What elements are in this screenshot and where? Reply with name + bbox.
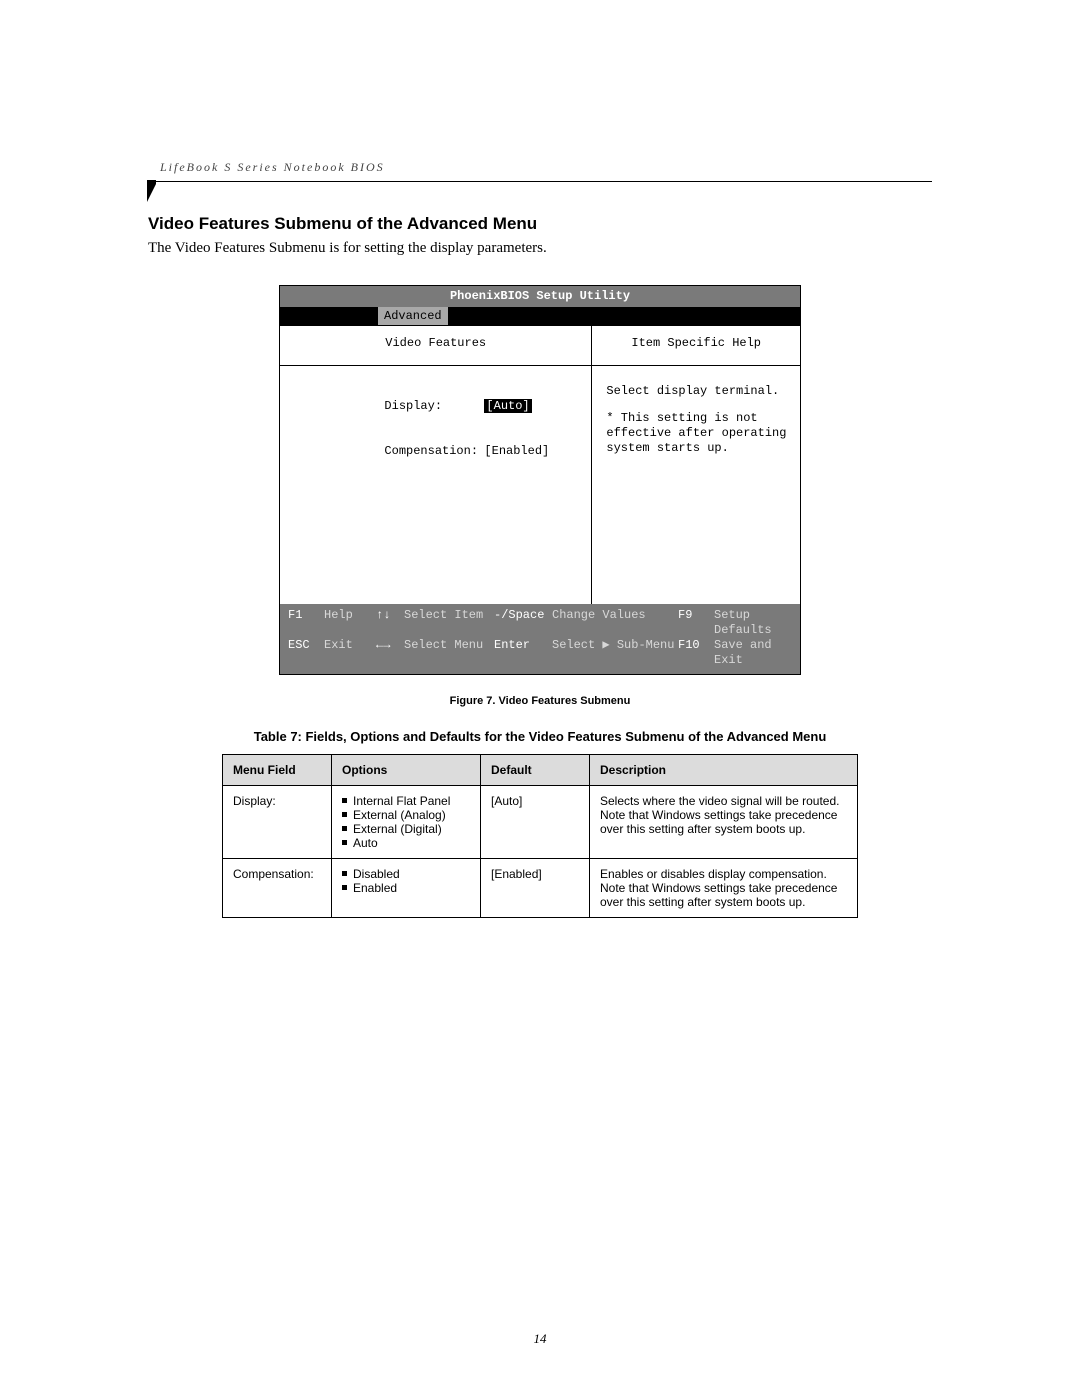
table-header: Description [590,755,858,786]
table-cell-default: [Enabled] [481,859,590,918]
list-item: External (Analog) [342,808,470,822]
page-number: 14 [0,1331,1080,1347]
list-item: External (Digital) [342,822,470,836]
bios-key: Enter [494,638,552,668]
table-cell-menu-field: Compensation: [223,859,332,918]
list-item: Auto [342,836,470,850]
bios-settings-area: Display:[Auto] Compensation:[Enabled] [280,366,591,604]
bios-help-line: * This setting is not effective after op… [606,411,788,456]
bios-footer-row: ESC Exit ←→ Select Menu Enter Select ▶ S… [288,638,792,668]
bios-action: Help [324,608,376,638]
bios-left-header: Video Features [280,326,591,366]
section-heading: Video Features Submenu of the Advanced M… [148,214,932,234]
list-item: Enabled [342,881,470,895]
list-item: Internal Flat Panel [342,794,470,808]
document-page: LifeBook S Series Notebook BIOS Video Fe… [0,0,1080,1397]
table-cell-description: Selects where the video signal will be r… [590,786,858,859]
table-header: Options [332,755,481,786]
bios-action: Save and Exit [714,638,792,668]
bios-field-display: Display:[Auto] [298,384,581,429]
bios-key: ESC [288,638,324,668]
bios-help-line: Select display terminal. [606,384,788,399]
bios-field-value-selected: [Auto] [484,399,531,413]
table-cell-description: Enables or disables display compensation… [590,859,858,918]
bios-key: ↑↓ [376,608,404,638]
running-header: LifeBook S Series Notebook BIOS [148,160,932,182]
bios-action: Select Item [404,608,494,638]
table-row: Compensation:DisabledEnabled[Enabled]Ena… [223,859,858,918]
table-cell-menu-field: Display: [223,786,332,859]
bios-field-label: Compensation: [384,444,484,459]
bios-key: -/Space [494,608,552,638]
bios-help-area: Select display terminal. * This setting … [592,366,800,604]
bios-field-label: Display: [384,399,484,414]
figure-caption: Figure 7. Video Features Submenu [148,695,932,707]
table-cell-options: DisabledEnabled [332,859,481,918]
bios-action: Select ▶ Sub-Menu [552,638,678,668]
bios-footer: F1 Help ↑↓ Select Item -/Space Change Va… [280,604,800,674]
table-header: Menu Field [223,755,332,786]
bios-key: F1 [288,608,324,638]
bios-field-value: [Enabled] [484,444,549,458]
bios-key: F10 [678,638,714,668]
table-header: Default [481,755,590,786]
bios-menu-tab-advanced: Advanced [378,307,448,325]
intro-paragraph: The Video Features Submenu is for settin… [148,240,932,257]
bios-titlebar: PhoenixBIOS Setup Utility [280,286,800,307]
list-item: Disabled [342,867,470,881]
bios-footer-row: F1 Help ↑↓ Select Item -/Space Change Va… [288,608,792,638]
crop-mark-icon [147,184,156,202]
options-list: DisabledEnabled [342,867,470,895]
bios-field-compensation: Compensation:[Enabled] [298,429,581,474]
options-table: Menu Field Options Default Description D… [222,754,858,918]
bios-key: F9 [678,608,714,638]
table-cell-options: Internal Flat PanelExternal (Analog)Exte… [332,786,481,859]
bios-menubar: Advanced [280,307,800,325]
bios-right-header: Item Specific Help [592,326,800,366]
table-header-row: Menu Field Options Default Description [223,755,858,786]
bios-action: Exit [324,638,376,668]
table-row: Display:Internal Flat PanelExternal (Ana… [223,786,858,859]
table-cell-default: [Auto] [481,786,590,859]
bios-action: Change Values [552,608,678,638]
bios-key: ←→ [376,638,404,668]
table-caption: Table 7: Fields, Options and Defaults fo… [148,729,932,744]
options-list: Internal Flat PanelExternal (Analog)Exte… [342,794,470,850]
bios-screenshot: PhoenixBIOS Setup Utility Advanced Video… [279,285,801,675]
bios-action: Setup Defaults [714,608,792,638]
bios-action: Select Menu [404,638,494,668]
